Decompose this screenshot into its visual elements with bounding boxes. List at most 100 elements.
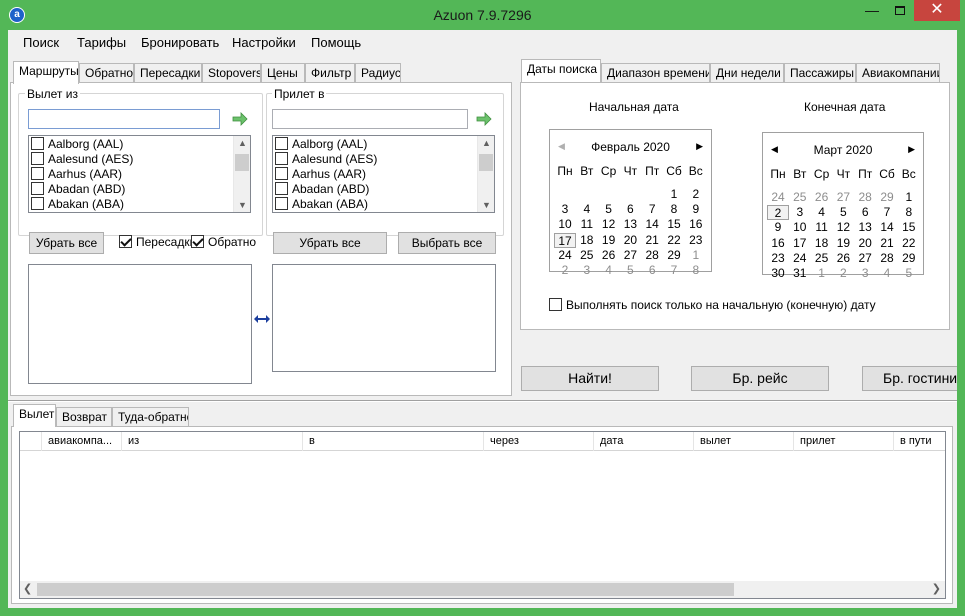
menu-help[interactable]: Помощь: [311, 35, 361, 50]
calendar-day[interactable]: 3: [554, 202, 576, 217]
next-month-icon[interactable]: ▶: [696, 141, 703, 152]
calendar-day[interactable]: 5: [619, 263, 641, 278]
calendar-day[interactable]: 10: [554, 217, 576, 232]
calendar-day[interactable]: 19: [598, 233, 620, 248]
calendar-day[interactable]: 5: [832, 205, 854, 220]
menu-fares[interactable]: Тарифы: [77, 35, 126, 50]
checkbox[interactable]: [275, 167, 288, 180]
calendar-day[interactable]: 3: [789, 205, 811, 220]
calendar-day[interactable]: 2: [554, 263, 576, 278]
return-checkbox[interactable]: [191, 235, 204, 248]
scroll-up-icon[interactable]: ▲: [234, 138, 250, 148]
only-start-date-checkbox[interactable]: [549, 298, 562, 311]
column-header-arrival[interactable]: прилет: [794, 432, 894, 451]
calendar-day[interactable]: 19: [832, 236, 854, 251]
menu-booking[interactable]: Бронировать: [141, 35, 219, 50]
book-flight-button[interactable]: Бр. рейс: [691, 366, 829, 391]
scroll-thumb[interactable]: [235, 154, 249, 171]
list-item[interactable]: Aalborg (AAL): [31, 137, 123, 152]
calendar-day[interactable]: 7: [663, 263, 685, 278]
scroll-down-icon[interactable]: ▼: [234, 200, 250, 210]
calendar-day[interactable]: 1: [663, 187, 685, 202]
scroll-up-icon[interactable]: ▲: [478, 138, 494, 148]
calendar-day[interactable]: 13: [619, 217, 641, 232]
calendar-day[interactable]: 15: [898, 220, 920, 235]
swap-arrows-icon[interactable]: [254, 313, 270, 325]
column-header-to[interactable]: в: [303, 432, 484, 451]
add-arrival-arrow-icon[interactable]: [476, 111, 492, 127]
calendar-day[interactable]: 1: [898, 190, 920, 205]
selected-departures-box[interactable]: [28, 264, 252, 384]
checkbox[interactable]: [275, 182, 288, 195]
calendar-day[interactable]: 7: [641, 202, 663, 217]
calendar-day[interactable]: 23: [685, 233, 707, 248]
calendar-day[interactable]: 3: [576, 263, 598, 278]
calendar-day[interactable]: 27: [619, 248, 641, 263]
splitter[interactable]: [8, 400, 957, 402]
results-grid[interactable]: авиакомпа... из в через дата вылет приле…: [19, 431, 946, 599]
list-item[interactable]: Aalborg (AAL): [275, 137, 367, 152]
list-item[interactable]: Aalesund (AES): [31, 152, 133, 167]
column-header-date[interactable]: дата: [594, 432, 694, 451]
calendar-day[interactable]: 8: [898, 205, 920, 220]
scroll-left-icon[interactable]: ❮: [23, 582, 32, 595]
calendar-day[interactable]: 4: [876, 266, 898, 281]
end-date-calendar[interactable]: ◀ Март 2020 ▶ Пн Вт Ср Чт Пт Сб Вс 24 25 26 27 28 29…: [762, 132, 924, 280]
departure-input[interactable]: [28, 109, 220, 129]
next-month-icon[interactable]: ▶: [908, 144, 915, 155]
calendar-day[interactable]: 25: [576, 248, 598, 263]
return-option[interactable]: Обратно: [191, 235, 256, 249]
grid-horizontal-scrollbar[interactable]: ❮ ❯: [20, 581, 945, 598]
list-item[interactable]: Abakan (ABA): [31, 197, 124, 212]
tab-search-dates[interactable]: Даты поиска: [521, 59, 601, 82]
calendar-day[interactable]: 26: [832, 251, 854, 266]
calendar-month[interactable]: Март 2020: [763, 143, 923, 157]
book-hotel-button[interactable]: Бр. гостини: [862, 366, 957, 391]
checkbox[interactable]: [31, 182, 44, 195]
arrival-select-all-button[interactable]: Выбрать все: [398, 232, 496, 254]
calendar-day[interactable]: 17: [789, 236, 811, 251]
tab-inbound[interactable]: Возврат: [56, 407, 112, 427]
calendar-day[interactable]: 28: [641, 248, 663, 263]
list-item[interactable]: Abadan (ABD): [31, 182, 125, 197]
departure-list-scrollbar[interactable]: ▲ ▼: [233, 136, 250, 212]
calendar-day[interactable]: 18: [811, 236, 833, 251]
calendar-day[interactable]: 5: [598, 202, 620, 217]
calendar-day[interactable]: 24: [554, 248, 576, 263]
calendar-day[interactable]: 25: [811, 251, 833, 266]
list-item[interactable]: Aarhus (AAR): [31, 167, 122, 182]
column-header-via[interactable]: через: [484, 432, 594, 451]
calendar-day[interactable]: 11: [811, 220, 833, 235]
scroll-right-icon[interactable]: ❯: [932, 582, 941, 595]
calendar-day[interactable]: 22: [663, 233, 685, 248]
calendar-day[interactable]: 24: [767, 190, 789, 205]
calendar-day[interactable]: 22: [898, 236, 920, 251]
arrival-airport-list[interactable]: Aalborg (AAL) Aalesund (AES) Aarhus (AAR…: [272, 135, 495, 213]
tab-return[interactable]: Обратно: [79, 63, 134, 83]
calendar-day[interactable]: 12: [598, 217, 620, 232]
calendar-day[interactable]: 6: [641, 263, 663, 278]
tab-weekdays[interactable]: Дни недели: [710, 63, 784, 83]
calendar-day[interactable]: 28: [876, 251, 898, 266]
calendar-day[interactable]: 2: [832, 266, 854, 281]
calendar-day[interactable]: 20: [854, 236, 876, 251]
minimize-button[interactable]: —: [858, 0, 886, 21]
list-item[interactable]: Abakan (ABA): [275, 197, 368, 212]
calendar-day[interactable]: 25: [789, 190, 811, 205]
calendar-day[interactable]: 17: [554, 232, 576, 248]
tab-routes[interactable]: Маршруты: [13, 61, 79, 84]
start-date-calendar[interactable]: ◀ Февраль 2020 ▶ Пн Вт Ср Чт Пт Сб Вс 1 2 3 4 5 6 7 8 9…: [549, 129, 712, 277]
calendar-day[interactable]: 15: [663, 217, 685, 232]
list-item[interactable]: Aarhus (AAR): [275, 167, 366, 182]
calendar-day[interactable]: 9: [685, 202, 707, 217]
calendar-day[interactable]: 27: [832, 190, 854, 205]
calendar-day[interactable]: 13: [854, 220, 876, 235]
calendar-day[interactable]: 29: [898, 251, 920, 266]
calendar-day[interactable]: 29: [663, 248, 685, 263]
checkbox[interactable]: [275, 152, 288, 165]
calendar-day[interactable]: 26: [598, 248, 620, 263]
calendar-day[interactable]: 27: [854, 251, 876, 266]
calendar-day[interactable]: 6: [619, 202, 641, 217]
calendar-day[interactable]: 18: [576, 233, 598, 248]
arrival-input[interactable]: [272, 109, 468, 129]
